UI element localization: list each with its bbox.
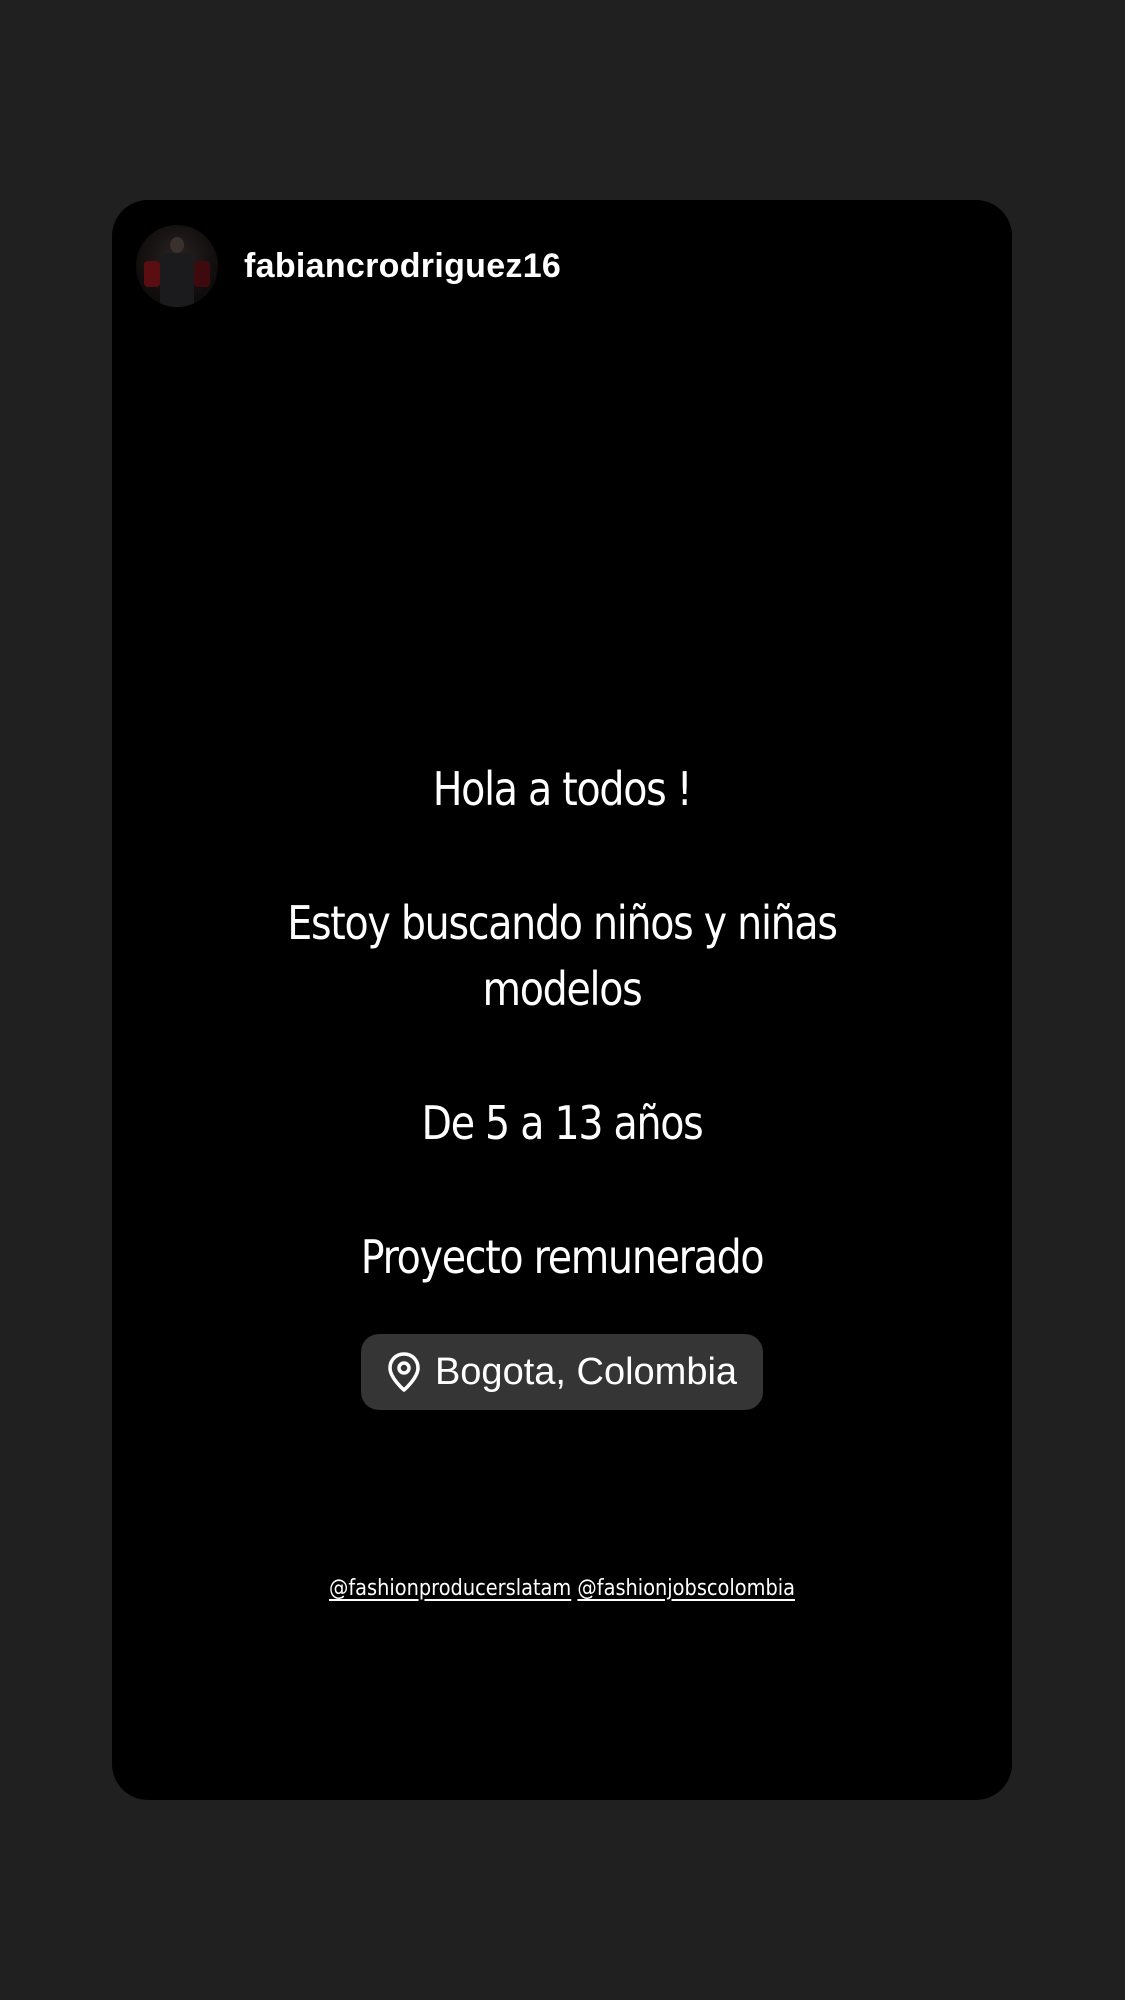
avatar[interactable] [136, 225, 218, 307]
story-card[interactable]: fabiancrodriguez16 Hola a todos ! Estoy … [112, 200, 1012, 1800]
location-label: Bogota, Colombia [434, 1350, 738, 1393]
mention-link[interactable]: @fashionjobscolombia [577, 1576, 795, 1601]
text-line-paid-project: Proyecto remunerado [360, 1230, 765, 1284]
mention-link[interactable]: @fashionproducerslatam [329, 1576, 571, 1601]
avatar-person-head [170, 237, 184, 253]
text-line-greeting: Hola a todos ! [432, 762, 693, 816]
mentions-row: @fashionproducerslatam @fashionjobscolom… [166, 1576, 958, 1601]
avatar-person-body [160, 253, 194, 307]
text-line-searching: Estoy buscando niños y niñas [287, 896, 838, 950]
location-sticker[interactable]: Bogota, Colombia [361, 1334, 763, 1410]
map-pin-icon [388, 1352, 420, 1392]
avatar-chair-left [144, 261, 160, 287]
story-header: fabiancrodriguez16 [136, 224, 561, 308]
text-line-models: modelos [482, 962, 643, 1016]
avatar-chair-right [194, 261, 210, 287]
username-link[interactable]: fabiancrodriguez16 [244, 247, 561, 286]
text-line-ages: De 5 a 13 años [421, 1096, 704, 1150]
